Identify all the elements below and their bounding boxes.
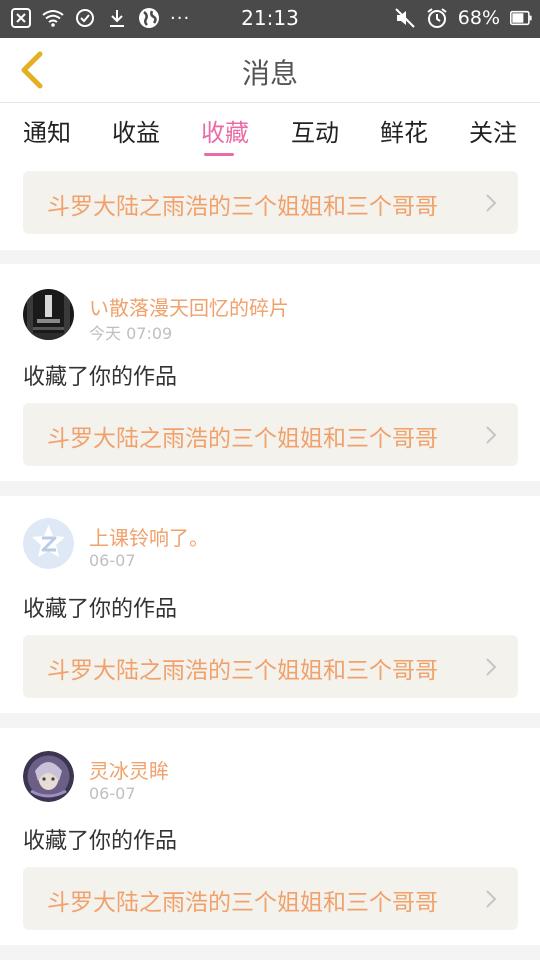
action-text: 收藏了你的作品 — [23, 829, 178, 854]
chevron-right-icon — [486, 426, 497, 444]
tab-interactions[interactable]: 互动 — [280, 113, 350, 148]
status-bar: ··· 21:13 68% — [0, 0, 540, 38]
tab-notifications[interactable]: 通知 — [12, 113, 82, 148]
tab-bar: 通知 收益 收藏 互动 鲜花 关注 — [0, 102, 540, 158]
tab-flowers[interactable]: 鲜花 — [369, 113, 439, 148]
timestamp: 06-07 — [89, 784, 136, 803]
user-name[interactable]: い散落漫天回忆的碎片 — [89, 292, 289, 321]
battery-icon — [510, 7, 532, 29]
battery-level: 68% — [457, 7, 500, 29]
user-name[interactable]: 灵冰灵眸 — [89, 755, 169, 784]
avatar[interactable] — [23, 751, 74, 802]
work-link[interactable]: 斗罗大陆之雨浩的三个姐姐和三个哥哥 — [23, 403, 518, 466]
chevron-right-icon — [486, 194, 497, 212]
work-title: 斗罗大陆之雨浩的三个姐姐和三个哥哥 — [47, 426, 438, 452]
timestamp: 06-07 — [89, 551, 136, 570]
header: 消息 — [0, 38, 540, 102]
mute-icon — [394, 7, 416, 29]
list-item: 灵冰灵眸 06-07 收藏了你的作品 斗罗大陆之雨浩的三个姐姐和三个哥哥 — [0, 728, 540, 945]
work-link[interactable]: 斗罗大陆之雨浩的三个姐姐和三个哥哥 — [23, 867, 518, 930]
avatar[interactable] — [23, 289, 74, 340]
work-title: 斗罗大陆之雨浩的三个姐姐和三个哥哥 — [47, 890, 438, 916]
tab-favorites[interactable]: 收藏 — [190, 113, 260, 156]
alarm-icon — [426, 7, 448, 29]
avatar[interactable] — [23, 518, 74, 569]
chevron-right-icon — [486, 890, 497, 908]
page-title: 消息 — [241, 57, 298, 90]
work-title: 斗罗大陆之雨浩的三个姐姐和三个哥哥 — [47, 194, 438, 220]
timestamp: 今天 07:09 — [89, 324, 173, 343]
work-link[interactable]: 斗罗大陆之雨浩的三个姐姐和三个哥哥 — [23, 171, 518, 234]
active-tab-indicator — [204, 153, 234, 156]
tab-favorites-label: 收藏 — [201, 119, 249, 147]
work-title: 斗罗大陆之雨浩的三个姐姐和三个哥哥 — [47, 658, 438, 684]
tab-earnings[interactable]: 收益 — [101, 113, 171, 148]
action-text: 收藏了你的作品 — [23, 597, 178, 622]
work-link[interactable]: 斗罗大陆之雨浩的三个姐姐和三个哥哥 — [23, 635, 518, 698]
list-item: 上课铃响了。 06-07 收藏了你的作品 斗罗大陆之雨浩的三个姐姐和三个哥哥 — [0, 496, 540, 713]
chevron-right-icon — [486, 658, 497, 676]
tab-following[interactable]: 关注 — [458, 113, 528, 148]
list-item: い散落漫天回忆的碎片 今天 07:09 收藏了你的作品 斗罗大陆之雨浩的三个姐姐… — [0, 264, 540, 481]
user-name[interactable]: 上课铃响了。 — [89, 522, 209, 551]
action-text: 收藏了你的作品 — [23, 365, 178, 390]
list-item: 斗罗大陆之雨浩的三个姐姐和三个哥哥 — [0, 158, 540, 250]
